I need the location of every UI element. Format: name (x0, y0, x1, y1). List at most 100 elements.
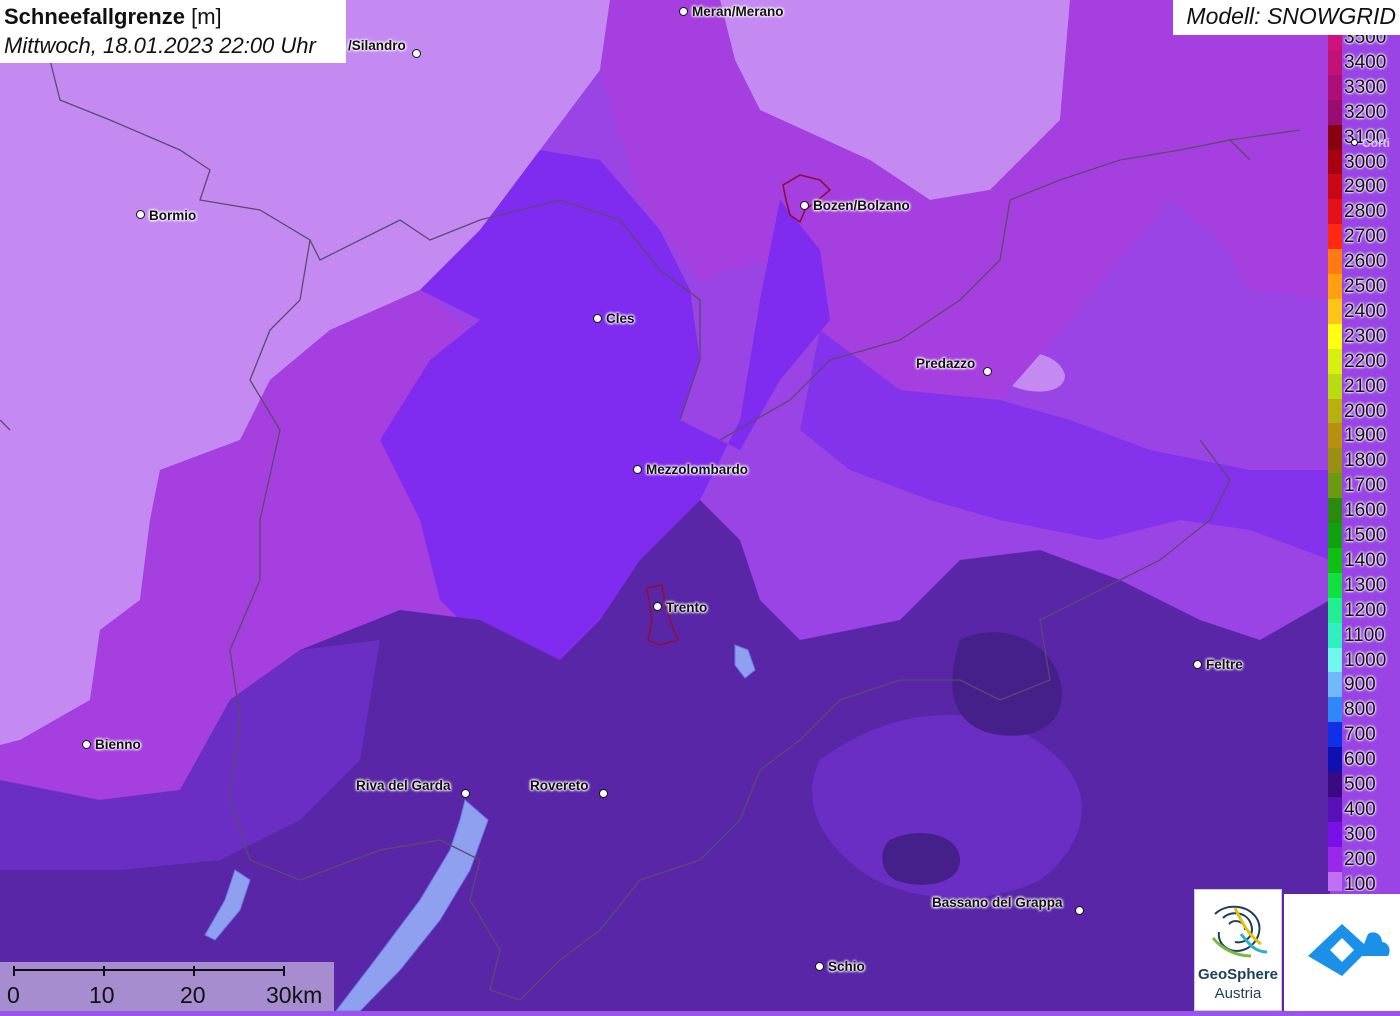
city-label-bormio[interactable]: Bormio (149, 208, 196, 224)
legend-swatch (1328, 373, 1342, 399)
legend-swatch (1328, 249, 1342, 275)
legend-label: 700 (1344, 724, 1376, 746)
parameter-name: Schneefallgrenze (4, 4, 185, 29)
legend-swatch (1328, 298, 1342, 324)
legend-label: 3400 (1344, 51, 1387, 73)
city-dot-rovereto (599, 789, 608, 798)
legend-row: 800 (1328, 697, 1400, 723)
legend-swatch (1328, 672, 1342, 698)
legend-swatch (1328, 448, 1342, 474)
legend-row: 300 (1328, 821, 1400, 847)
legend-row: 3000 (1328, 149, 1400, 175)
legend-swatch (1328, 722, 1342, 748)
legend-row: 2700 (1328, 224, 1400, 250)
city-dot-bolzano (800, 201, 809, 210)
legend-row: 3300 (1328, 74, 1400, 100)
legend-swatch (1328, 498, 1342, 524)
legend-row: 1400 (1328, 547, 1400, 573)
legend-label: 600 (1344, 749, 1376, 771)
legend-swatch (1328, 523, 1342, 548)
map-title-box: Schneefallgrenze [m] Mittwoch, 18.01.202… (0, 0, 346, 63)
city-label-bienno[interactable]: Bienno (95, 737, 141, 753)
legend-row: 2400 (1328, 298, 1400, 324)
legend-label: 2200 (1344, 350, 1387, 372)
geosphere-logo-text-1: GeoSphere (1197, 966, 1279, 983)
legend-swatch (1328, 572, 1342, 598)
scale-label-10: 10 (89, 982, 115, 1008)
city-dot-silandro (412, 49, 421, 58)
city-label-silandro[interactable]: /Silandro (348, 38, 406, 54)
legend-swatch (1328, 174, 1342, 200)
legend-swatch (1328, 398, 1342, 424)
city-dot-predazzo (983, 367, 992, 376)
city-label-trento[interactable]: Trento (666, 600, 707, 616)
city-label-predazzo[interactable]: Predazzo (916, 356, 975, 372)
legend-label: 1500 (1344, 525, 1387, 546)
city-label-feltre[interactable]: Feltre (1206, 657, 1243, 673)
city-label-bolzano[interactable]: Bozen/Bolzano (813, 198, 910, 214)
legend-label: 1600 (1344, 500, 1387, 522)
legend-row: 1900 (1328, 423, 1400, 449)
legend-label: 2300 (1344, 325, 1387, 347)
legend-label: 1700 (1344, 475, 1387, 497)
legend-row: 1600 (1328, 498, 1400, 524)
legend-row: 2800 (1328, 199, 1400, 225)
city-label-schio[interactable]: Schio (828, 959, 865, 975)
legend-row: 900 (1328, 672, 1400, 698)
city-label-bassano[interactable]: Bassano del Grappa (932, 895, 1063, 911)
scale-label-30km: 30km (266, 982, 323, 1008)
city-label-riva[interactable]: Riva del Garda (356, 778, 451, 794)
legend-swatch (1328, 423, 1342, 449)
legend-row: 600 (1328, 747, 1400, 773)
city-label-cortina[interactable]: Corti (1362, 135, 1390, 151)
city-dot-meran (679, 7, 688, 16)
scale-label-0: 0 (7, 982, 20, 1008)
legend-swatch (1328, 473, 1342, 499)
legend-row: 1100 (1328, 622, 1400, 648)
legend-swatch (1328, 99, 1342, 125)
geosphere-logo[interactable]: GeoSphere Austria (1194, 889, 1282, 1011)
legend-label: 3200 (1344, 101, 1387, 123)
legend-label: 1400 (1344, 549, 1387, 571)
legend-row: 400 (1328, 796, 1400, 822)
parameter-unit: [m] (191, 4, 222, 29)
legend-label: 800 (1344, 699, 1376, 721)
city-dot-bassano (1075, 906, 1084, 915)
legend-label: 1300 (1344, 574, 1387, 596)
legend-row: 2000 (1328, 398, 1400, 424)
geosphere-swirl-icon (1211, 905, 1268, 958)
legend-row: 200 (1328, 846, 1400, 872)
legend-label: 1100 (1344, 624, 1385, 646)
legend-swatch (1328, 35, 1342, 50)
city-label-mezzolombardo[interactable]: Mezzolombardo (646, 462, 748, 478)
snowfall-map[interactable] (0, 0, 1400, 1011)
city-dot-bienno (82, 740, 91, 749)
legend-label: 2800 (1344, 201, 1387, 223)
legend-swatch (1328, 274, 1342, 299)
legend-row: 1200 (1328, 597, 1400, 623)
legend-swatch (1328, 772, 1342, 797)
legend-row: 500 (1328, 772, 1400, 797)
city-label-rovereto[interactable]: Rovereto (530, 778, 589, 794)
city-dot-riva (461, 789, 470, 798)
zone-600-pocket2 (882, 832, 960, 885)
legend-label: 1800 (1344, 450, 1387, 472)
legend-swatch (1328, 871, 1342, 891)
city-label-meran[interactable]: Meran/Merano (692, 4, 784, 20)
legend-swatch (1328, 846, 1342, 872)
legend-swatch (1328, 323, 1342, 349)
legend-row: 2100 (1328, 373, 1400, 399)
legend-swatch (1328, 622, 1342, 648)
city-dot-cortina (1351, 139, 1358, 146)
legend-label: 900 (1344, 674, 1376, 696)
city-dot-trento (653, 602, 662, 611)
legend-label: 400 (1344, 798, 1376, 820)
legend-row: 1800 (1328, 448, 1400, 474)
city-dot-bormio (136, 210, 145, 219)
city-label-cles[interactable]: Cles (606, 311, 635, 327)
legend-row: 1000 (1328, 647, 1400, 673)
legend-row: 3400 (1328, 49, 1400, 75)
legend-row: 2500 (1328, 274, 1400, 299)
map-datetime: Mittwoch, 18.01.2023 22:00 Uhr (4, 33, 316, 58)
app-logo[interactable] (1284, 894, 1400, 1011)
